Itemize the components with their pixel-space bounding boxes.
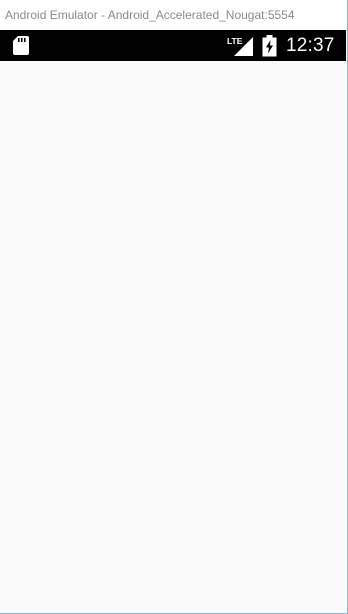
app-content-area[interactable] [0,61,346,613]
window-title-bar[interactable]: Android Emulator - Android_Accelerated_N… [0,0,346,30]
lte-label: LTE [227,36,243,46]
lte-signal-icon: LTE [227,36,253,56]
status-bar-clock: 12:37 [286,35,335,56]
emulator-window: Android Emulator - Android_Accelerated_N… [0,0,348,614]
battery-charging-icon [262,35,277,57]
window-title: Android Emulator - Android_Accelerated_N… [5,8,295,22]
sd-card-icon [13,36,29,55]
android-status-bar[interactable]: LTE 12:37 [0,30,346,61]
